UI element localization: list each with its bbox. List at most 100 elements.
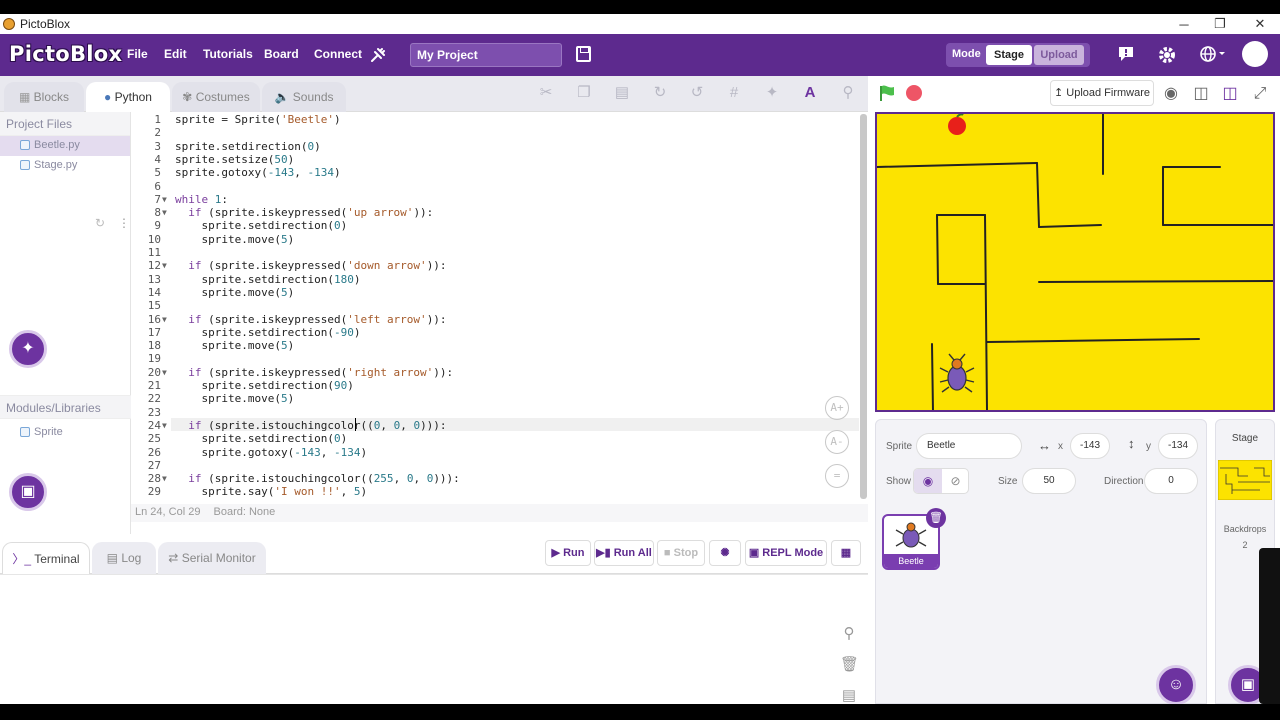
- menu-file[interactable]: File: [127, 47, 148, 61]
- undo-icon[interactable]: ↺: [688, 84, 706, 102]
- code-line[interactable]: while 1:: [175, 193, 228, 206]
- editor-scrollbar[interactable]: [860, 114, 867, 499]
- code-line[interactable]: if (sprite.iskeypressed('down arrow')):: [175, 259, 446, 272]
- copy-icon[interactable]: ❐: [575, 84, 593, 102]
- stop-button[interactable]: ■ Stop: [657, 540, 705, 566]
- code-line[interactable]: if (sprite.iskeypressed('left arrow')):: [175, 313, 446, 326]
- maximize-button[interactable]: ❐: [1200, 14, 1240, 34]
- code-line[interactable]: sprite.setdirection(90): [175, 379, 353, 392]
- paste-icon[interactable]: ▤: [613, 84, 631, 102]
- code-line[interactable]: if (sprite.iskeypressed('up arrow')):: [175, 206, 433, 219]
- mode-stage-button[interactable]: Stage: [986, 45, 1032, 65]
- more-options-icon[interactable]: ⋮: [118, 216, 130, 230]
- run-button[interactable]: ▶ Run: [545, 540, 591, 566]
- tab-log[interactable]: ▤ Log: [92, 542, 156, 574]
- size-input[interactable]: 50: [1022, 468, 1076, 494]
- code-line[interactable]: if (sprite.iskeypressed('right arrow')):: [175, 366, 453, 379]
- mode-upload-button[interactable]: Upload: [1034, 45, 1084, 65]
- beetle-sprite[interactable]: [939, 353, 975, 393]
- code-line[interactable]: sprite.setsize(50): [175, 153, 294, 166]
- code-editor[interactable]: 1 2 3 4 5 6 7 ▼ 8 ▼ 9 10 11 12 ▼ 13 14 15 16 ▼ 17 18 19 20 ▼ 21 22…: [131, 112, 868, 504]
- code-line[interactable]: if (sprite.istouchingcolor((255, 0, 0)))…: [175, 472, 460, 485]
- fold-chevron-icon[interactable]: ▼: [162, 206, 170, 219]
- code-line[interactable]: sprite.gotoxy(-143, -134): [175, 166, 341, 179]
- fold-chevron-icon[interactable]: ▼: [162, 193, 170, 206]
- add-extension-fab[interactable]: ✦: [9, 330, 47, 368]
- tab-terminal[interactable]: 〉_ Terminal: [2, 542, 90, 574]
- hide-eye-icon[interactable]: ⊘: [942, 469, 969, 493]
- direction-input[interactable]: 0: [1144, 468, 1198, 494]
- green-flag-icon[interactable]: [878, 84, 896, 102]
- code-line[interactable]: sprite.setdirection(0): [175, 432, 347, 445]
- small-stage-icon[interactable]: ◫: [1190, 82, 1212, 106]
- add-sprite-fab[interactable]: ☺: [1156, 665, 1196, 704]
- code-line[interactable]: sprite = Sprite('Beetle'): [175, 113, 341, 126]
- feedback-icon[interactable]: [1117, 45, 1135, 68]
- fold-chevron-icon[interactable]: ▼: [162, 419, 170, 432]
- zoom-in-icon[interactable]: A+: [825, 396, 849, 420]
- fullscreen-icon[interactable]: ⤢: [1249, 82, 1271, 106]
- upload-firmware-button[interactable]: ↥ Upload Firmware: [1050, 80, 1154, 106]
- cut-icon[interactable]: ✂: [537, 84, 555, 102]
- calendar-icon[interactable]: ▦: [831, 540, 861, 566]
- tab-sounds[interactable]: 🔈 Sounds: [262, 82, 346, 112]
- gear-icon[interactable]: [1157, 45, 1177, 70]
- large-stage-icon[interactable]: ◫: [1219, 82, 1241, 106]
- terminal-output[interactable]: ⚲ 🗑 ▤: [0, 574, 868, 704]
- search-icon[interactable]: ⚲: [839, 84, 857, 102]
- code-line[interactable]: sprite.setdirection(0): [175, 219, 347, 232]
- save-icon[interactable]: [576, 46, 591, 62]
- show-eye-icon[interactable]: ◉: [914, 469, 942, 493]
- stop-icon[interactable]: [905, 84, 923, 102]
- x-position-input[interactable]: -143: [1070, 433, 1110, 459]
- debug-bug-icon[interactable]: ✺: [709, 540, 741, 566]
- code-line[interactable]: sprite.setdirection(180): [175, 273, 360, 286]
- document-icon[interactable]: ▤: [840, 687, 858, 704]
- code-line[interactable]: sprite.say('I won !!', 5): [175, 485, 367, 498]
- language-globe-icon[interactable]: [1199, 45, 1227, 68]
- fold-chevron-icon[interactable]: ▼: [162, 259, 170, 272]
- refresh-icon[interactable]: ↻: [95, 216, 105, 230]
- code-line[interactable]: sprite.move(5): [175, 286, 294, 299]
- code-line[interactable]: sprite.move(5): [175, 233, 294, 246]
- code-line[interactable]: sprite.setdirection(-90): [175, 326, 360, 339]
- code-line[interactable]: if (sprite.istouchingcolor((0, 0, 0))):: [175, 419, 446, 432]
- project-name-input[interactable]: My Project: [410, 43, 562, 67]
- redo-icon[interactable]: ↻: [651, 84, 669, 102]
- sprite-name-input[interactable]: Beetle: [916, 433, 1022, 459]
- delete-sprite-icon[interactable]: 🗑: [926, 508, 946, 528]
- magic-wand-icon[interactable]: ✦: [763, 84, 781, 102]
- avatar[interactable]: [1242, 41, 1268, 67]
- file-item-stage[interactable]: Stage.py: [0, 156, 130, 176]
- code-line[interactable]: sprite.move(5): [175, 339, 294, 352]
- stage-thumbnail[interactable]: [1218, 460, 1272, 500]
- extension-icon[interactable]: [369, 46, 387, 64]
- menu-connect[interactable]: Connect: [314, 47, 362, 61]
- stage-canvas[interactable]: [875, 112, 1275, 412]
- run-all-button[interactable]: ▶▮ Run All: [594, 540, 654, 566]
- zoom-reset-icon[interactable]: =: [825, 464, 849, 488]
- tab-serial-monitor[interactable]: ⇄ Serial Monitor: [158, 542, 266, 574]
- tab-costumes[interactable]: ✾ Costumes: [172, 82, 260, 112]
- add-module-fab[interactable]: ▣: [9, 473, 47, 511]
- menu-board[interactable]: Board: [264, 47, 299, 61]
- minimize-button[interactable]: ─: [1164, 14, 1204, 34]
- code-line[interactable]: sprite.gotoxy(-143, -134): [175, 446, 367, 459]
- tab-blocks[interactable]: ▦ Blocks: [4, 82, 84, 112]
- fold-chevron-icon[interactable]: ▼: [162, 366, 170, 379]
- comment-icon[interactable]: #: [725, 84, 743, 102]
- fold-chevron-icon[interactable]: ▼: [162, 472, 170, 485]
- repl-mode-button[interactable]: ▣ REPL Mode: [745, 540, 827, 566]
- fold-chevron-icon[interactable]: ▼: [162, 313, 170, 326]
- code-line[interactable]: sprite.setdirection(0): [175, 140, 321, 153]
- zoom-out-icon[interactable]: A-: [825, 430, 849, 454]
- module-item-sprite[interactable]: Sprite: [0, 423, 131, 443]
- tab-python[interactable]: ● Python: [86, 82, 170, 112]
- code-line[interactable]: sprite.move(5): [175, 392, 294, 405]
- file-item-beetle[interactable]: Beetle.py: [0, 136, 130, 156]
- close-button[interactable]: ✕: [1240, 14, 1280, 34]
- search-icon[interactable]: ⚲: [840, 625, 858, 643]
- trash-icon[interactable]: 🗑: [840, 656, 859, 674]
- text-style-icon[interactable]: A: [801, 84, 819, 102]
- y-position-input[interactable]: -134: [1158, 433, 1198, 459]
